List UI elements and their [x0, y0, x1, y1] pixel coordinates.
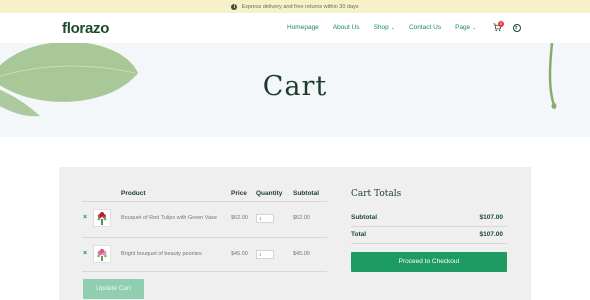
total-label: Total	[351, 231, 367, 238]
nav-shop[interactable]: Shop ⌄	[374, 24, 395, 31]
nav-label: Page	[455, 24, 471, 31]
col-header-quantity: Quantity	[256, 190, 283, 197]
cart-totals-title: Cart Totals	[351, 189, 402, 199]
nav-homepage[interactable]: Homepage	[287, 24, 319, 31]
nav-label: Homepage	[287, 24, 319, 31]
col-header-product: Product	[121, 190, 146, 197]
user-icon[interactable]	[513, 24, 521, 32]
chevron-down-icon: ⌄	[390, 24, 395, 31]
product-price: $62.00	[231, 215, 248, 221]
product-price: $45.00	[231, 251, 248, 257]
product-subtotal: $45.00	[293, 251, 310, 257]
product-name[interactable]: Bouquet of Red Tulips with Green Vase	[121, 215, 217, 221]
announcement-text: Express delivery and free returns within…	[241, 3, 359, 10]
product-name[interactable]: Bright bouquet of beauty peonies	[121, 251, 202, 257]
peony-bouquet-image	[97, 248, 107, 261]
nav-page[interactable]: Page ⌄	[455, 24, 476, 31]
page-hero: Cart	[0, 43, 590, 137]
nav-contact-us[interactable]: Contact Us	[409, 24, 441, 31]
main-nav: Homepage About Us Shop ⌄ Contact Us Page ⌄	[287, 24, 491, 31]
proceed-to-checkout-button[interactable]: Proceed to Checkout	[351, 252, 507, 272]
row-divider	[82, 201, 327, 202]
logo[interactable]: florazo	[62, 20, 109, 37]
row-divider	[82, 271, 327, 272]
chevron-down-icon: ⌄	[472, 24, 477, 31]
info-icon: i	[231, 3, 238, 10]
col-header-subtotal: Subtotal	[293, 190, 319, 197]
total-value: $107.00	[479, 231, 504, 238]
cart-count-badge: 0	[498, 21, 504, 27]
remove-icon[interactable]: ×	[83, 250, 87, 257]
nav-about-us[interactable]: About Us	[333, 24, 360, 31]
nav-label: About Us	[332, 24, 360, 31]
quantity-input[interactable]: 1	[256, 250, 274, 259]
subtotal-value: $107.00	[479, 214, 504, 221]
subtotal-label: Subtotal	[351, 214, 377, 221]
nav-label: Shop	[373, 24, 389, 31]
tulip-bouquet-image	[97, 212, 107, 225]
product-thumbnail[interactable]	[93, 209, 111, 227]
product-thumbnail[interactable]	[93, 245, 111, 263]
announcement-bar: i Express delivery and free returns with…	[0, 0, 590, 13]
totals-divider	[351, 243, 507, 244]
row-divider	[82, 237, 327, 238]
remove-icon[interactable]: ×	[83, 214, 87, 221]
update-cart-button[interactable]: Update Cart	[83, 279, 144, 299]
product-subtotal: $62.00	[293, 215, 310, 221]
nav-label: Contact Us	[408, 24, 442, 31]
quantity-input[interactable]: 1	[256, 214, 274, 223]
site-header: florazo Homepage About Us Shop ⌄ Contact …	[0, 13, 590, 43]
logo-text: florazo	[62, 20, 110, 37]
col-header-price: Price	[231, 190, 247, 197]
page-title: Cart	[262, 71, 328, 102]
totals-divider	[351, 226, 507, 227]
